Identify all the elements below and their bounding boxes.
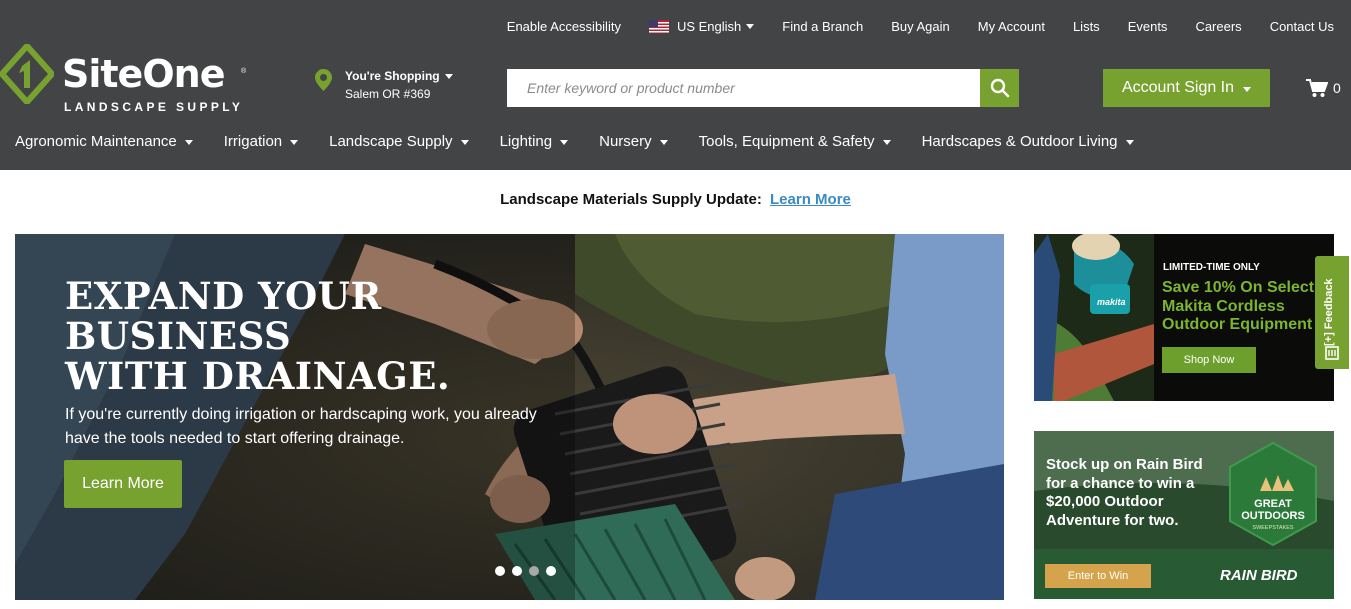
hero-learn-more-button[interactable]: Learn More [64, 460, 182, 508]
chevron-down-icon [290, 139, 299, 145]
great-outdoors-badge-icon: GREAT OUTDOORS SWEEPSTAKES [1229, 441, 1317, 547]
chevron-down-icon [659, 139, 668, 145]
cart-button[interactable]: 0 [1306, 78, 1341, 98]
rainbird-promo-banner[interactable]: Stock up on Rain Bird for a chance to wi… [1034, 431, 1334, 599]
find-branch-link[interactable]: Find a Branch [782, 19, 863, 34]
makita-promo-headline: Save 10% On Select Makita Cordless Outdo… [1162, 279, 1315, 333]
carousel-dot-4[interactable] [546, 566, 556, 576]
rainbird-logo: RAIN BIRD [1220, 567, 1298, 584]
nav-agronomic-maintenance[interactable]: Agronomic Maintenance [15, 133, 193, 150]
badge-line-1: GREAT [1254, 498, 1292, 510]
store-label: You're Shopping [345, 69, 453, 83]
buy-again-link[interactable]: Buy Again [891, 19, 950, 34]
account-sign-in-button[interactable]: Account Sign In [1103, 69, 1270, 107]
sign-in-label: Account Sign In [1121, 79, 1235, 96]
store-label-text: You're Shopping [345, 69, 440, 83]
carousel-dot-1[interactable] [495, 566, 505, 576]
feedback-icon [1325, 346, 1339, 360]
logo-registered: ® [241, 68, 247, 75]
siteone-logo-icon [0, 44, 54, 104]
badge-line-3: SWEEPSTAKES [1252, 525, 1293, 531]
site-header: Enable Accessibility US English Find a B… [0, 0, 1351, 170]
chevron-down-icon [746, 23, 755, 29]
store-location: Salem OR #369 [345, 87, 431, 101]
hero-headline-line: WITH DRAINAGE. [65, 354, 451, 398]
nav-hardscapes-outdoor-living[interactable]: Hardscapes & Outdoor Living [922, 133, 1134, 150]
cart-count: 0 [1333, 80, 1341, 96]
us-flag-icon [648, 19, 669, 33]
language-label: US English [676, 18, 742, 34]
siteone-logo[interactable]: SiteOne ® LANDSCAPE SUPPLY [0, 44, 260, 116]
nav-label: Nursery [599, 132, 652, 150]
chevron-down-icon [1243, 87, 1252, 92]
search-input[interactable] [507, 69, 980, 107]
nav-label: Landscape Supply [329, 132, 453, 150]
nav-label: Agronomic Maintenance [15, 132, 177, 150]
careers-link[interactable]: Careers [1195, 19, 1241, 34]
makita-promo-tag: LIMITED-TIME ONLY [1163, 262, 1260, 273]
enable-accessibility-link[interactable]: Enable Accessibility [507, 19, 621, 34]
hero-body: If you're currently doing irrigation or … [65, 406, 537, 447]
carousel-dots [495, 566, 563, 576]
my-account-link[interactable]: My Account [978, 19, 1045, 34]
feedback-tab[interactable]: [+] Feedback [1315, 256, 1349, 369]
language-selector[interactable]: US English [648, 18, 755, 34]
hero-headline-line: EXPAND YOUR [65, 274, 382, 318]
events-link[interactable]: Events [1128, 19, 1168, 34]
nav-label: Lighting [499, 132, 553, 150]
hero-headline: EXPAND YOUR BUSINESS WITH DRAINAGE. [65, 276, 485, 396]
search-icon [990, 78, 1009, 98]
logo-brand: SiteOne [62, 52, 225, 96]
chevron-down-icon [444, 73, 453, 79]
nav-label: Irrigation [223, 132, 283, 150]
notice-learn-more-link[interactable]: Learn More [770, 191, 851, 208]
logo-subtitle: LANDSCAPE SUPPLY [64, 100, 244, 114]
chevron-down-icon [882, 139, 891, 145]
makita-promo-banner[interactable]: makita LIMITED-TIME ONLY Save 10% On Sel… [1034, 234, 1334, 401]
main-nav: Agronomic Maintenance Irrigation Landsca… [15, 131, 1165, 151]
chevron-down-icon [460, 139, 469, 145]
shop-now-button[interactable]: Shop Now [1162, 347, 1256, 373]
notice-text: Landscape Materials Supply Update: [500, 191, 762, 208]
nav-irrigation[interactable]: Irrigation [223, 132, 299, 150]
supply-update-notice: Landscape Materials Supply Update: Learn… [0, 191, 1351, 208]
badge-line-2: OUTDOORS [1241, 510, 1305, 522]
makita-brand-text: makita [1097, 297, 1126, 307]
nav-landscape-supply[interactable]: Landscape Supply [329, 132, 469, 150]
nav-label: Hardscapes & Outdoor Living [921, 132, 1118, 150]
contact-us-link[interactable]: Contact Us [1270, 19, 1334, 34]
nav-nursery[interactable]: Nursery [599, 133, 668, 150]
carousel-dot-2[interactable] [512, 566, 522, 576]
hero-headline-line: BUSINESS [65, 314, 292, 358]
carousel-dot-3[interactable] [529, 566, 539, 576]
search-button[interactable] [980, 69, 1019, 107]
nav-label: Tools, Equipment & Safety [698, 132, 875, 150]
search-bar [507, 69, 1019, 107]
lists-link[interactable]: Lists [1073, 19, 1100, 34]
nav-lighting[interactable]: Lighting [500, 133, 569, 150]
enter-to-win-button[interactable]: Enter to Win [1045, 564, 1151, 588]
location-pin-icon [315, 69, 332, 91]
nav-tools-equipment-safety[interactable]: Tools, Equipment & Safety [699, 133, 891, 150]
feedback-label: [+] Feedback [1323, 278, 1335, 346]
chevron-down-icon [184, 139, 193, 145]
cart-icon [1306, 79, 1328, 97]
utility-nav: Enable Accessibility US English Find a B… [507, 17, 1351, 35]
chevron-down-icon [1125, 139, 1134, 145]
rainbird-promo-headline: Stock up on Rain Bird for a chance to wi… [1046, 456, 1203, 529]
chevron-down-icon [560, 139, 569, 145]
hero-carousel: EXPAND YOUR BUSINESS WITH DRAINAGE. If y… [15, 234, 1004, 600]
